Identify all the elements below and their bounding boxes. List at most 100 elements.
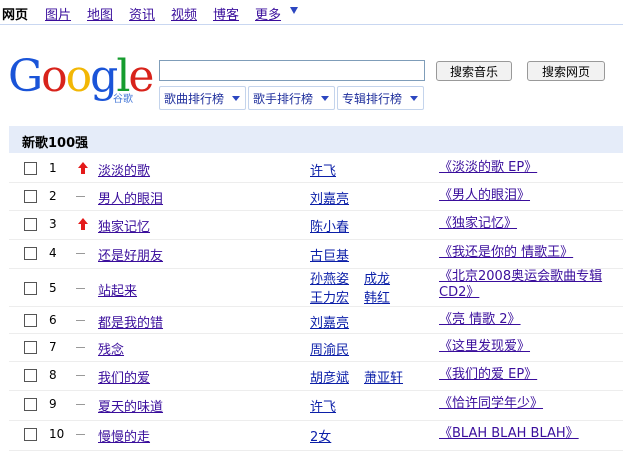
nav-news[interactable]: 资讯 [129,4,155,23]
song-link[interactable]: 都是我的错 [98,312,163,331]
chart-section-header: 新歌100强 [9,126,623,153]
rank-number: 10 [49,427,65,441]
table-row: 3 独家记忆 陈小春 《独家记忆》 [9,210,623,240]
artist-link[interactable]: 许飞 [310,396,336,415]
album-link[interactable]: 《我们的爱 EP》 [439,367,623,383]
table-row: 5 站起来 孙燕姿 成龙 王力宏 韩红 《北京2008奥运会歌曲专辑CD2》 [9,268,623,307]
trend-same-icon [76,288,85,289]
artist-link[interactable]: 周渝民 [310,339,349,358]
artist-link[interactable]: 韩红 [364,287,390,306]
table-row: 10 慢慢的走 2女 《BLAH BLAH BLAH》 [9,420,623,451]
row-checkbox[interactable] [24,369,37,382]
song-chart-label: 歌曲排行榜 [164,91,225,106]
rank-number: 9 [49,397,57,411]
table-row: 9 夏天的味道 许飞 《恰许同学年少》 [9,390,623,421]
nav-video[interactable]: 视频 [171,4,197,23]
album-link[interactable]: 《BLAH BLAH BLAH》 [439,426,623,442]
artist-link[interactable]: 王力宏 [310,287,349,306]
artist-chart-dropdown[interactable]: 歌手排行榜 [248,86,335,110]
song-link[interactable]: 独家记忆 [98,216,150,235]
album-chart-label: 专辑排行榜 [342,91,403,106]
artist-link[interactable]: 刘嘉亮 [310,188,349,207]
table-row: 7 残念 周渝民 《这里发现爱》 [9,333,623,362]
row-checkbox[interactable] [24,428,37,441]
song-link[interactable]: 夏天的味道 [98,396,163,415]
rank-number: 2 [49,189,57,203]
chevron-down-icon [410,96,418,101]
search-web-button[interactable]: 搜索网页 [527,61,605,81]
album-link[interactable]: 《这里发现爱》 [439,339,623,355]
song-chart-dropdown[interactable]: 歌曲排行榜 [159,86,246,110]
trend-same-icon [76,404,85,405]
song-link[interactable]: 男人的眼泪 [98,188,163,207]
search-input[interactable] [159,60,425,81]
table-row: 4 还是好朋友 古巨基 《我还是你的 情歌王》 [9,239,623,269]
nav-images[interactable]: 图片 [45,4,71,23]
artist-link[interactable]: 胡彦斌 [310,367,349,386]
artist-link[interactable]: 萧亚轩 [364,367,403,386]
album-link[interactable]: 《恰许同学年少》 [439,396,623,412]
row-checkbox[interactable] [24,341,37,354]
row-checkbox[interactable] [24,247,37,260]
trend-same-icon [76,253,85,254]
row-checkbox[interactable] [24,190,37,203]
nav-more[interactable]: 更多 [255,4,281,23]
trend-same-icon [76,196,85,197]
rank-number: 3 [49,217,57,231]
song-link[interactable]: 残念 [98,339,124,358]
search-music-button[interactable]: 搜索音乐 [436,61,512,81]
artist-link[interactable]: 2女 [310,426,331,445]
album-link[interactable]: 《男人的眼泪》 [439,188,623,204]
rank-number: 4 [49,246,57,260]
artist-chart-label: 歌手排行榜 [253,91,314,106]
song-link[interactable]: 还是好朋友 [98,245,163,264]
trend-same-icon [76,375,85,376]
table-row: 1 淡淡的歌 许飞 《淡淡的歌 EP》 [9,154,623,183]
rank-number: 5 [49,281,57,295]
artist-link[interactable]: 孙燕姿 [310,268,349,287]
row-checkbox[interactable] [24,218,37,231]
album-link[interactable]: 《亮 情歌 2》 [439,312,623,328]
artist-link[interactable]: 成龙 [364,268,390,287]
rank-number: 7 [49,340,57,354]
rank-number: 8 [49,368,57,382]
nav-web[interactable]: 网页 [2,4,28,23]
artist-link[interactable]: 古巨基 [310,245,349,264]
chevron-down-icon [232,96,240,101]
row-checkbox[interactable] [24,282,37,295]
table-row: 6 都是我的错 刘嘉亮 《亮 情歌 2》 [9,306,623,334]
nav-blogs[interactable]: 博客 [213,4,239,23]
chevron-down-icon [321,96,329,101]
google-logo[interactable]: Google 谷歌 [8,51,154,108]
row-checkbox[interactable] [24,398,37,411]
song-link[interactable]: 慢慢的走 [98,426,150,445]
album-link[interactable]: 《独家记忆》 [439,216,623,232]
logo-letter-1: G [8,51,43,102]
album-link[interactable]: 《我还是你的 情歌王》 [439,245,623,261]
trend-same-icon [76,434,85,435]
album-chart-dropdown[interactable]: 专辑排行榜 [337,86,424,110]
row-checkbox[interactable] [24,314,37,327]
logo-letter-3: o [65,51,92,102]
song-link[interactable]: 我们的爱 [98,367,150,386]
logo-subtitle: 谷歌 [113,94,133,105]
nav-maps[interactable]: 地图 [87,4,113,23]
section-title: 新歌100强 [22,136,89,151]
logo-letter-2: o [41,51,67,102]
album-link[interactable]: 《北京2008奥运会歌曲专辑CD2》 [439,269,623,301]
table-row: 2 男人的眼泪 刘嘉亮 《男人的眼泪》 [9,182,623,211]
more-dropdown-arrow-icon[interactable] [290,7,298,14]
top-nav: 网页 图片 地图 资讯 视频 博客 更多 [0,0,623,25]
song-link[interactable]: 淡淡的歌 [98,160,150,179]
table-row: 8 我们的爱 胡彦斌 萧亚轩 《我们的爱 EP》 [9,361,623,391]
trend-same-icon [76,320,85,321]
song-link[interactable]: 站起来 [98,280,137,299]
artist-link[interactable]: 陈小春 [310,216,349,235]
artist-link[interactable]: 许飞 [310,160,336,179]
artist-link[interactable]: 刘嘉亮 [310,312,349,331]
rank-number: 1 [49,161,57,175]
row-checkbox[interactable] [24,162,37,175]
rank-number: 6 [49,313,57,327]
trend-same-icon [76,347,85,348]
album-link[interactable]: 《淡淡的歌 EP》 [439,160,623,176]
